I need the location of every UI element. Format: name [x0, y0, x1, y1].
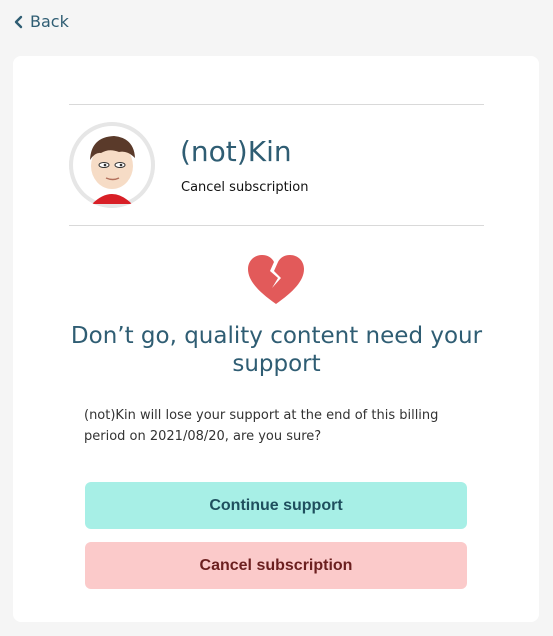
back-label: Back: [30, 12, 69, 31]
creator-profile: (not)Kin Cancel subscription: [69, 120, 484, 208]
continue-support-button[interactable]: Continue support: [85, 482, 467, 529]
creator-avatar: [69, 122, 155, 208]
chevron-left-icon: [14, 15, 24, 29]
page-subtitle: Cancel subscription: [181, 180, 309, 195]
broken-heart-icon: [247, 254, 305, 306]
warning-message: (not)Kin will lose your support at the e…: [84, 408, 439, 444]
back-link[interactable]: Back: [14, 12, 69, 31]
creator-name: (not)Kin: [180, 135, 292, 168]
cancel-subscription-button[interactable]: Cancel subscription: [85, 542, 467, 589]
headline: Don’t go, quality content need your supp…: [70, 323, 483, 377]
divider-bottom: [69, 225, 484, 226]
divider-top: [69, 104, 484, 105]
cancel-subscription-card: (not)Kin Cancel subscription Don’t go, q…: [13, 56, 539, 622]
